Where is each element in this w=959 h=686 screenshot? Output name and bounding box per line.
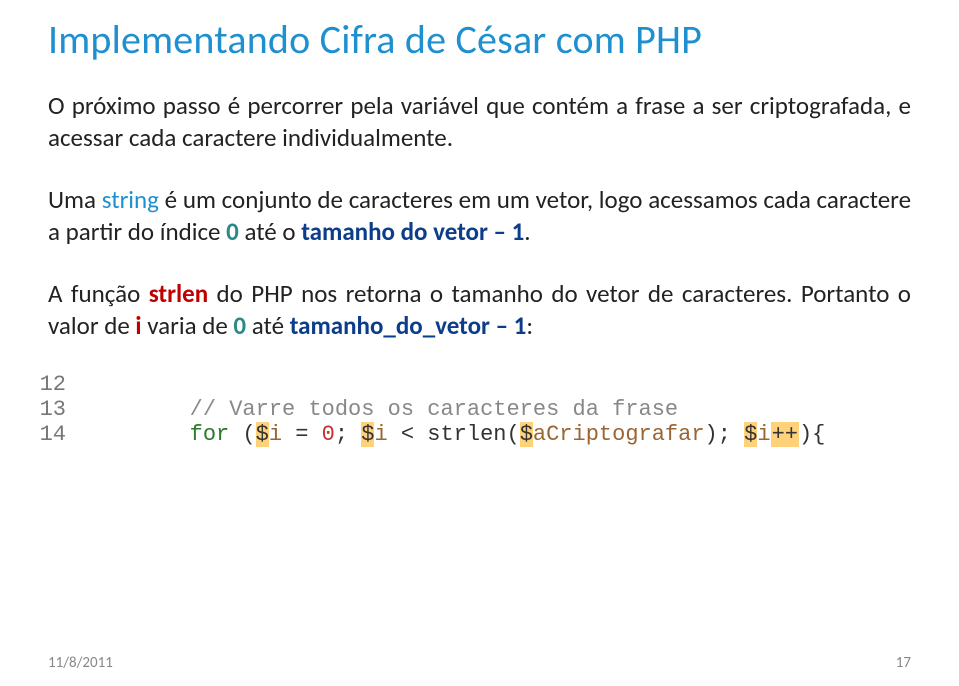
footer-date: 11/8/2011 xyxy=(48,654,113,672)
slide: Implementando Cifra de César com PHP O p… xyxy=(0,0,959,686)
tok-var-acripto: aCriptografar xyxy=(533,422,705,447)
slide-footer: 11/8/2011 17 xyxy=(48,654,911,672)
tok-rparen2: ) xyxy=(705,422,718,447)
code-row-14: 14 for ($i = 0; $i < strlen($aCriptograf… xyxy=(36,422,954,447)
tok-semi: ; xyxy=(335,422,361,447)
tok-strlen: strlen xyxy=(427,422,506,447)
p3-g: até xyxy=(246,310,290,341)
p3-zero: 0 xyxy=(233,310,246,341)
tok-var-i: i xyxy=(269,422,282,447)
code-block: 12 13 // Varre todos os caracteres da fr… xyxy=(36,372,954,447)
p3-tamanho: tamanho_do_vetor – 1 xyxy=(290,310,527,341)
tok-var-i: i xyxy=(374,422,387,447)
code-row-13: 13 // Varre todos os caracteres da frase xyxy=(36,397,954,422)
tok-zero: 0 xyxy=(322,422,335,447)
p2-tamanho: tamanho do vetor – 1 xyxy=(301,216,524,247)
code-comment: // Varre todos os caracteres da frase xyxy=(190,397,678,422)
line-number: 13 xyxy=(36,397,84,422)
code-row-12: 12 xyxy=(36,372,954,397)
p2-e: até o xyxy=(239,216,301,247)
tok-rparen-brace: ){ xyxy=(799,422,825,447)
tok-plusplus: ++ xyxy=(771,422,799,447)
tok-semi: ; xyxy=(718,422,744,447)
paragraph-1: O próximo passo é percorrer pela variáve… xyxy=(48,90,911,154)
paragraph-2: Uma string é um conjunto de caracteres e… xyxy=(48,184,911,248)
tok-dollar: $ xyxy=(361,422,374,447)
tok-eq: = xyxy=(282,422,322,447)
tok-lt: < xyxy=(388,422,428,447)
p2-string: string xyxy=(102,184,159,215)
tok-dollar: $ xyxy=(520,422,533,447)
footer-page: 17 xyxy=(896,654,911,672)
paragraph-3: A função strlen do PHP nos retorna o tam… xyxy=(48,278,911,342)
p3-strlen: strlen xyxy=(149,278,208,309)
p2-g: . xyxy=(524,216,530,247)
line-number: 12 xyxy=(36,372,84,397)
page-title: Implementando Cifra de César com PHP xyxy=(48,18,911,62)
p3-a: A função xyxy=(48,278,149,309)
tok-lparen2: ( xyxy=(507,422,520,447)
p3-e: varia de xyxy=(142,310,234,341)
p1-text: O próximo passo é percorrer pela variáve… xyxy=(48,90,911,153)
p3-i-colon: : xyxy=(526,310,533,341)
p2-a: Uma xyxy=(48,184,102,215)
code-line-14: for ($i = 0; $i < strlen($aCriptografar)… xyxy=(84,422,825,447)
tok-for: for xyxy=(190,422,230,447)
line-number: 14 xyxy=(36,422,84,447)
tok-var-i: i xyxy=(757,422,770,447)
p2-zero: 0 xyxy=(226,216,239,247)
tok-lparen: ( xyxy=(229,422,255,447)
code-line-13: // Varre todos os caracteres da frase xyxy=(84,397,678,422)
tok-dollar: $ xyxy=(256,422,269,447)
tok-dollar: $ xyxy=(744,422,757,447)
